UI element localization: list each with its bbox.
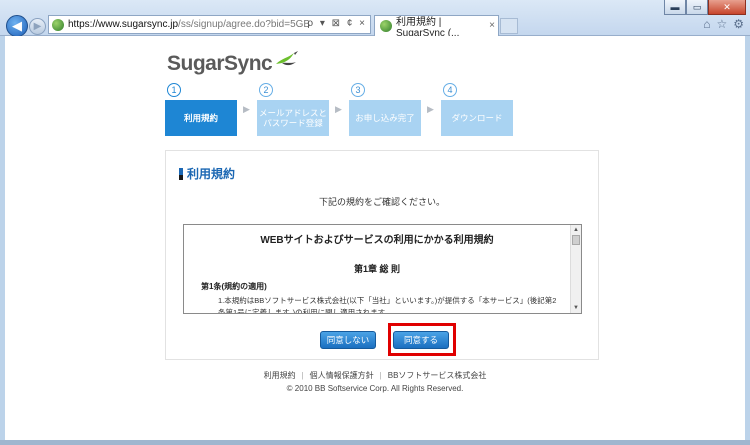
maximize-button[interactable]: ▭ <box>686 0 708 15</box>
step-4: 4 ダウンロード <box>441 83 513 136</box>
terms-card: 利用規約 下記の規約をご確認ください。 WEBサイトおよびサービスの利用にかかる… <box>165 150 599 360</box>
step-label: 利用規約 <box>165 100 237 136</box>
logo-text: SugarSync <box>167 52 273 75</box>
step-number: 1 <box>167 83 181 97</box>
tab-site-icon <box>380 20 392 32</box>
step-2: 2 メールアドレスと パスワード登録 <box>257 83 329 136</box>
address-tools[interactable]: ρ ▾ ⊠ ¢ × <box>307 18 367 29</box>
step-number: 3 <box>351 83 365 97</box>
window-bottom-edge <box>0 440 750 445</box>
terms-textbox[interactable]: WEBサイトおよびサービスの利用にかかる利用規約 第1章 総 則 第1条(規約の… <box>183 224 582 314</box>
accept-button[interactable]: 同意する <box>393 331 449 349</box>
step-3: 3 お申し込み完了 <box>349 83 421 136</box>
close-window-button[interactable]: ✕ <box>708 0 746 15</box>
step-number: 2 <box>259 83 273 97</box>
url-host: https://www.sugarsync.jp <box>68 19 179 30</box>
step-label: お申し込み完了 <box>349 100 421 136</box>
step-label: メールアドレスと パスワード登録 <box>257 100 329 136</box>
scroll-down-icon[interactable]: ▼ <box>571 303 581 313</box>
step-arrow-icon: ▶ <box>427 104 434 114</box>
signup-steps: 1 利用規約 ▶ 2 メールアドレスと パスワード登録 ▶ 3 お申し込み完了 … <box>165 83 515 137</box>
footer-link-terms[interactable]: 利用規約 <box>264 371 296 380</box>
title-marker-icon <box>179 167 183 180</box>
browser-chrome: ▬ ▭ ✕ ◀ ▶ https://www.sugarsync.jp/ss/si… <box>0 0 750 39</box>
page-title: 利用規約 <box>179 165 235 182</box>
terms-heading: WEBサイトおよびサービスの利用にかかる利用規約 <box>260 235 494 246</box>
step-arrow-icon: ▶ <box>335 104 342 114</box>
favorites-icon[interactable]: ☆ <box>716 17 727 31</box>
terms-lead-text: 下記の規約をご確認ください。 <box>318 197 445 207</box>
url-path: /ss/signup/agree.do?bid=5GB <box>178 19 311 30</box>
footer-link-privacy[interactable]: 個人情報保護方針 <box>310 371 374 380</box>
back-arrow-icon: ◀ <box>12 18 22 33</box>
forward-arrow-icon: ▶ <box>33 21 42 32</box>
terms-scrollbar[interactable]: ▲ ▼ <box>570 225 581 313</box>
tab-terms[interactable]: 利用規約 | SugarSync (... × <box>374 15 499 39</box>
footer-links: 利用規約 | 個人情報保護方針 | BBソフトサービス株式会社 <box>5 370 745 381</box>
browser-toolbar-icons: ⌂ ☆ ⚙ <box>703 17 744 31</box>
forward-button[interactable]: ▶ <box>29 18 46 35</box>
page-content: SugarSync 1 利用規約 ▶ 2 メールアドレスと パスワード登録 ▶ … <box>5 36 745 440</box>
address-bar[interactable]: https://www.sugarsync.jp/ss/signup/agree… <box>48 15 371 34</box>
page-title-text: 利用規約 <box>187 167 236 181</box>
footer-separator: | <box>379 371 382 380</box>
hummingbird-icon <box>276 51 299 66</box>
scroll-thumb[interactable] <box>572 235 580 245</box>
gear-icon[interactable]: ⚙ <box>733 17 744 31</box>
tab-close-icon[interactable]: × <box>489 20 495 31</box>
scroll-up-icon[interactable]: ▲ <box>571 225 581 235</box>
terms-article: 第1条(規約の適用) <box>201 282 267 291</box>
terms-chapter: 第1章 総 則 <box>353 264 400 274</box>
decline-button[interactable]: 同意しない <box>320 331 376 349</box>
site-icon <box>52 18 64 31</box>
back-button[interactable]: ◀ <box>6 15 28 37</box>
step-number: 4 <box>443 83 457 97</box>
new-tab-button[interactable] <box>500 18 518 34</box>
copyright: © 2010 BB Softservice Corp. All Rights R… <box>286 384 464 393</box>
step-1: 1 利用規約 <box>165 83 237 136</box>
minimize-button[interactable]: ▬ <box>664 0 686 15</box>
terms-paragraph: 1.本規約はBBソフトサービス株式会社(以下「当社」といいます。)が提供する「本… <box>218 296 557 314</box>
home-icon[interactable]: ⌂ <box>703 17 710 31</box>
logo[interactable]: SugarSync <box>167 50 299 76</box>
step-arrow-icon: ▶ <box>243 104 250 114</box>
footer-separator: | <box>301 371 304 380</box>
footer-link-company[interactable]: BBソフトサービス株式会社 <box>388 371 487 380</box>
step-label: ダウンロード <box>441 100 513 136</box>
window-controls: ▬ ▭ ✕ <box>664 0 746 15</box>
